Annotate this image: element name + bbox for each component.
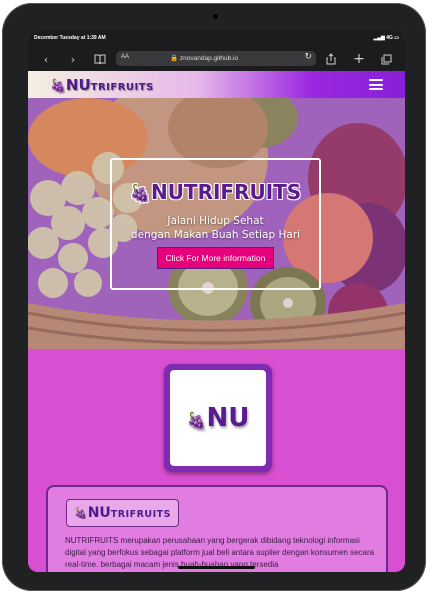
hamburger-icon[interactable] (369, 79, 383, 90)
more-info-button[interactable]: Click For More information (156, 247, 275, 269)
about-card: 🍇NUTRIFRUITS NUTRIFRUITS merupakan perus… (46, 485, 388, 572)
browser-toolbar: ‹ › AA 🔒 znovandap.github.io ↻ + (28, 47, 405, 71)
about-brand-small: TRIFRUITS (110, 509, 171, 520)
reload-icon[interactable]: ↻ (304, 52, 312, 62)
book-icon[interactable] (91, 50, 109, 68)
about-section: 🍇NU 🍇NUTRIFRUITS NUTRIFRUITS merupakan p… (28, 349, 405, 572)
reader-button[interactable]: AA (121, 54, 129, 60)
grape-icon: 🍇 (129, 184, 151, 204)
hero-title: 🍇NUTRIFRUITS (112, 180, 319, 204)
lock-icon: 🔒 (170, 55, 179, 62)
logo-card: 🍇NU (164, 364, 272, 472)
address-bar[interactable]: AA 🔒 znovandap.github.io ↻ (116, 51, 316, 66)
status-signal: ▂▄▆ 4G ▭ (373, 35, 399, 41)
chevron-right-icon[interactable]: › (64, 50, 82, 68)
site-navbar: 🍇NUTRIFRUITS (28, 71, 405, 98)
hero-tagline: Jalani Hidup Sehat dengan Makan Buah Set… (112, 214, 319, 242)
share-icon[interactable] (322, 50, 340, 68)
logo-text-value: NU (206, 403, 250, 433)
hero-tagline-line-2: dengan Makan Buah Setiap Hari (130, 229, 301, 241)
camera (213, 14, 218, 19)
tabs-icon[interactable] (377, 50, 395, 68)
grape-icon: 🍇 (186, 411, 207, 430)
grape-icon: 🍇 (50, 79, 66, 94)
url-value: znovandap.github.io (179, 55, 239, 62)
hero-title-text: NUTRIFRUITS (150, 180, 302, 204)
hero-tagline-line-1: Jalani Hidup Sehat (167, 215, 264, 227)
tablet-frame: December Tuesday at 1:39 AM ▂▄▆ 4G ▭ ‹ ›… (2, 3, 426, 591)
chevron-left-icon[interactable]: ‹ (37, 50, 55, 68)
logo-inner: 🍇NU (170, 370, 266, 466)
brand-big: NU (65, 76, 91, 94)
brand-logo[interactable]: 🍇NUTRIFRUITS (50, 76, 154, 94)
hero-box: 🍇NUTRIFRUITS Jalani Hidup Sehat dengan M… (110, 158, 321, 290)
logo-text: 🍇NU (187, 403, 250, 433)
about-brand-big: NU (87, 505, 111, 521)
signal-label: 4G (386, 35, 393, 41)
plus-icon[interactable]: + (350, 50, 368, 68)
url-text: 🔒 znovandap.github.io (170, 54, 238, 62)
home-indicator (178, 566, 255, 569)
hero-section: 🍇NUTRIFRUITS Jalani Hidup Sehat dengan M… (28, 98, 405, 349)
screen: December Tuesday at 1:39 AM ▂▄▆ 4G ▭ ‹ ›… (28, 30, 405, 572)
grape-icon: 🍇 (73, 507, 88, 520)
status-bar: December Tuesday at 1:39 AM ▂▄▆ 4G ▭ (28, 30, 405, 47)
about-brand: 🍇NUTRIFRUITS (66, 499, 179, 527)
brand-small: TRIFRUITS (90, 82, 154, 93)
status-time: December Tuesday at 1:39 AM (34, 35, 106, 41)
